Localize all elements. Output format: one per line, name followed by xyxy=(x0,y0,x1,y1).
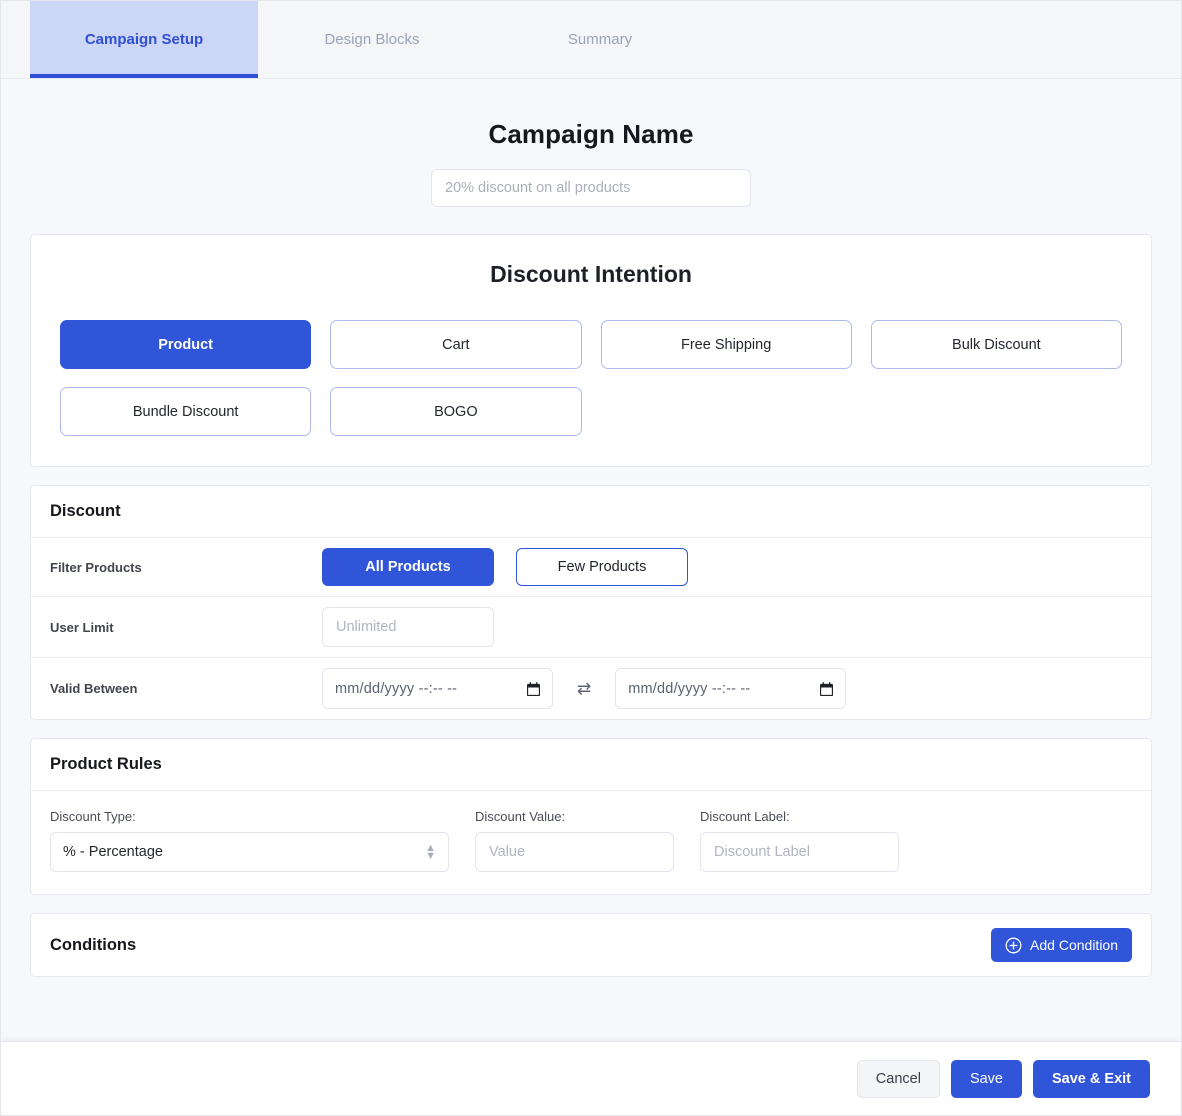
intention-option-label: Product xyxy=(158,336,214,353)
discount-intention-card: Discount Intention Product Cart Free Shi… xyxy=(30,234,1152,467)
tab-bar: Campaign Setup Design Blocks Summary xyxy=(1,1,1181,79)
product-rules-card: Product Rules Discount Type: % - Percent… xyxy=(30,738,1152,895)
intention-option-cart[interactable]: Cart xyxy=(330,320,582,369)
save-button[interactable]: Save xyxy=(950,1059,1022,1098)
swap-dates-icon[interactable]: ⇄ xyxy=(575,680,593,697)
valid-to-datetime-input[interactable]: mm/dd/yyyy --:-- -- xyxy=(615,668,847,709)
page-title: Campaign Name xyxy=(488,119,694,149)
conditions-header: Conditions Add Condition xyxy=(31,914,1151,976)
discount-intention-title: Discount Intention xyxy=(490,261,692,287)
setup-form-scroll-area[interactable]: Campaign Name Discount Intention Product… xyxy=(1,79,1181,1041)
filter-option-label: Few Products xyxy=(557,559,647,575)
add-condition-button[interactable]: Add Condition xyxy=(991,928,1132,962)
discount-label-field: Discount Label: xyxy=(700,809,899,872)
row-user-limit: User Limit xyxy=(31,597,1151,658)
intention-option-product[interactable]: Product xyxy=(60,320,312,369)
campaign-name-input[interactable] xyxy=(431,169,751,207)
intention-option-label: Bulk Discount xyxy=(952,336,1041,353)
intention-option-label: BOGO xyxy=(434,403,478,420)
discount-type-field: Discount Type: % - Percentage ▲ ▼ xyxy=(50,809,449,872)
add-condition-label: Add Condition xyxy=(1030,937,1118,953)
valid-between-label: Valid Between xyxy=(50,681,138,696)
discount-value-input[interactable] xyxy=(475,832,674,872)
intention-option-label: Cart xyxy=(442,336,470,353)
campaign-name-block: Campaign Name xyxy=(30,79,1152,234)
tab-label: Design Blocks xyxy=(324,31,420,48)
cancel-button[interactable]: Cancel xyxy=(856,1059,940,1098)
discount-card-title: Discount xyxy=(31,486,1151,538)
filter-products-options: All Products Few Products xyxy=(322,548,688,586)
user-limit-label: User Limit xyxy=(50,619,114,635)
campaign-editor-window: Campaign Setup Design Blocks Summary Cam… xyxy=(0,0,1182,1116)
user-limit-control xyxy=(322,607,494,647)
intention-option-bundle-discount[interactable]: Bundle Discount xyxy=(60,387,312,436)
row-valid-between: Valid Between mm/dd/yyyy --:-- -- ⇄ mm/d… xyxy=(31,658,1151,719)
row-filter-products: Filter Products All Products Few Product… xyxy=(31,538,1151,597)
product-rules-title: Product Rules xyxy=(31,739,1151,791)
intention-option-bogo[interactable]: BOGO xyxy=(330,387,582,436)
filter-option-all-products[interactable]: All Products xyxy=(322,548,494,586)
conditions-card: Conditions Add Condition xyxy=(30,913,1152,977)
chevron-updown-icon[interactable]: ▲ ▼ xyxy=(425,843,436,862)
plus-circle-icon xyxy=(1005,937,1022,954)
intention-option-bulk-discount[interactable]: Bulk Discount xyxy=(870,320,1122,369)
discount-value-label: Discount Value: xyxy=(475,809,566,824)
discount-intention-options: Product Cart Free Shipping Bulk Discount… xyxy=(60,320,1122,436)
tab-campaign-setup[interactable]: Campaign Setup xyxy=(30,1,258,78)
intention-option-label: Free Shipping xyxy=(680,336,772,353)
discount-type-label: Discount Type: xyxy=(50,809,136,824)
user-limit-input[interactable] xyxy=(322,607,494,647)
discount-value-field: Discount Value: xyxy=(475,809,674,872)
filter-option-label: All Products xyxy=(365,559,451,575)
discount-type-select[interactable]: % - Percentage ▲ ▼ xyxy=(50,832,449,872)
discount-label-input[interactable] xyxy=(700,832,899,872)
footer-action-bar: Cancel Save Save & Exit xyxy=(1,1041,1181,1115)
valid-between-controls: mm/dd/yyyy --:-- -- ⇄ mm/dd/yyyy --:-- -… xyxy=(322,668,847,709)
tab-design-blocks[interactable]: Design Blocks xyxy=(258,1,486,78)
discount-type-selected-value: % - Percentage xyxy=(63,844,163,860)
tab-label: Summary xyxy=(567,31,633,48)
product-rules-body: Discount Type: % - Percentage ▲ ▼ Discoun… xyxy=(31,791,1151,894)
tab-label: Campaign Setup xyxy=(84,31,204,48)
intention-option-free-shipping[interactable]: Free Shipping xyxy=(600,320,852,369)
tab-summary[interactable]: Summary xyxy=(486,1,714,78)
filter-option-few-products[interactable]: Few Products xyxy=(516,548,688,586)
calendar-icon[interactable] xyxy=(820,681,834,696)
filter-products-label: Filter Products xyxy=(50,559,142,575)
discount-label-label: Discount Label: xyxy=(700,809,790,824)
discount-card: Discount Filter Products All Products Fe… xyxy=(30,485,1152,720)
calendar-icon[interactable] xyxy=(527,681,540,696)
valid-to-value: mm/dd/yyyy --:-- -- xyxy=(628,680,751,697)
valid-from-datetime-input[interactable]: mm/dd/yyyy --:-- -- xyxy=(322,668,553,709)
conditions-title: Conditions xyxy=(50,935,137,954)
valid-from-value: mm/dd/yyyy --:-- -- xyxy=(335,680,458,697)
save-and-exit-button[interactable]: Save & Exit xyxy=(1033,1059,1150,1098)
intention-option-label: Bundle Discount xyxy=(132,403,239,420)
